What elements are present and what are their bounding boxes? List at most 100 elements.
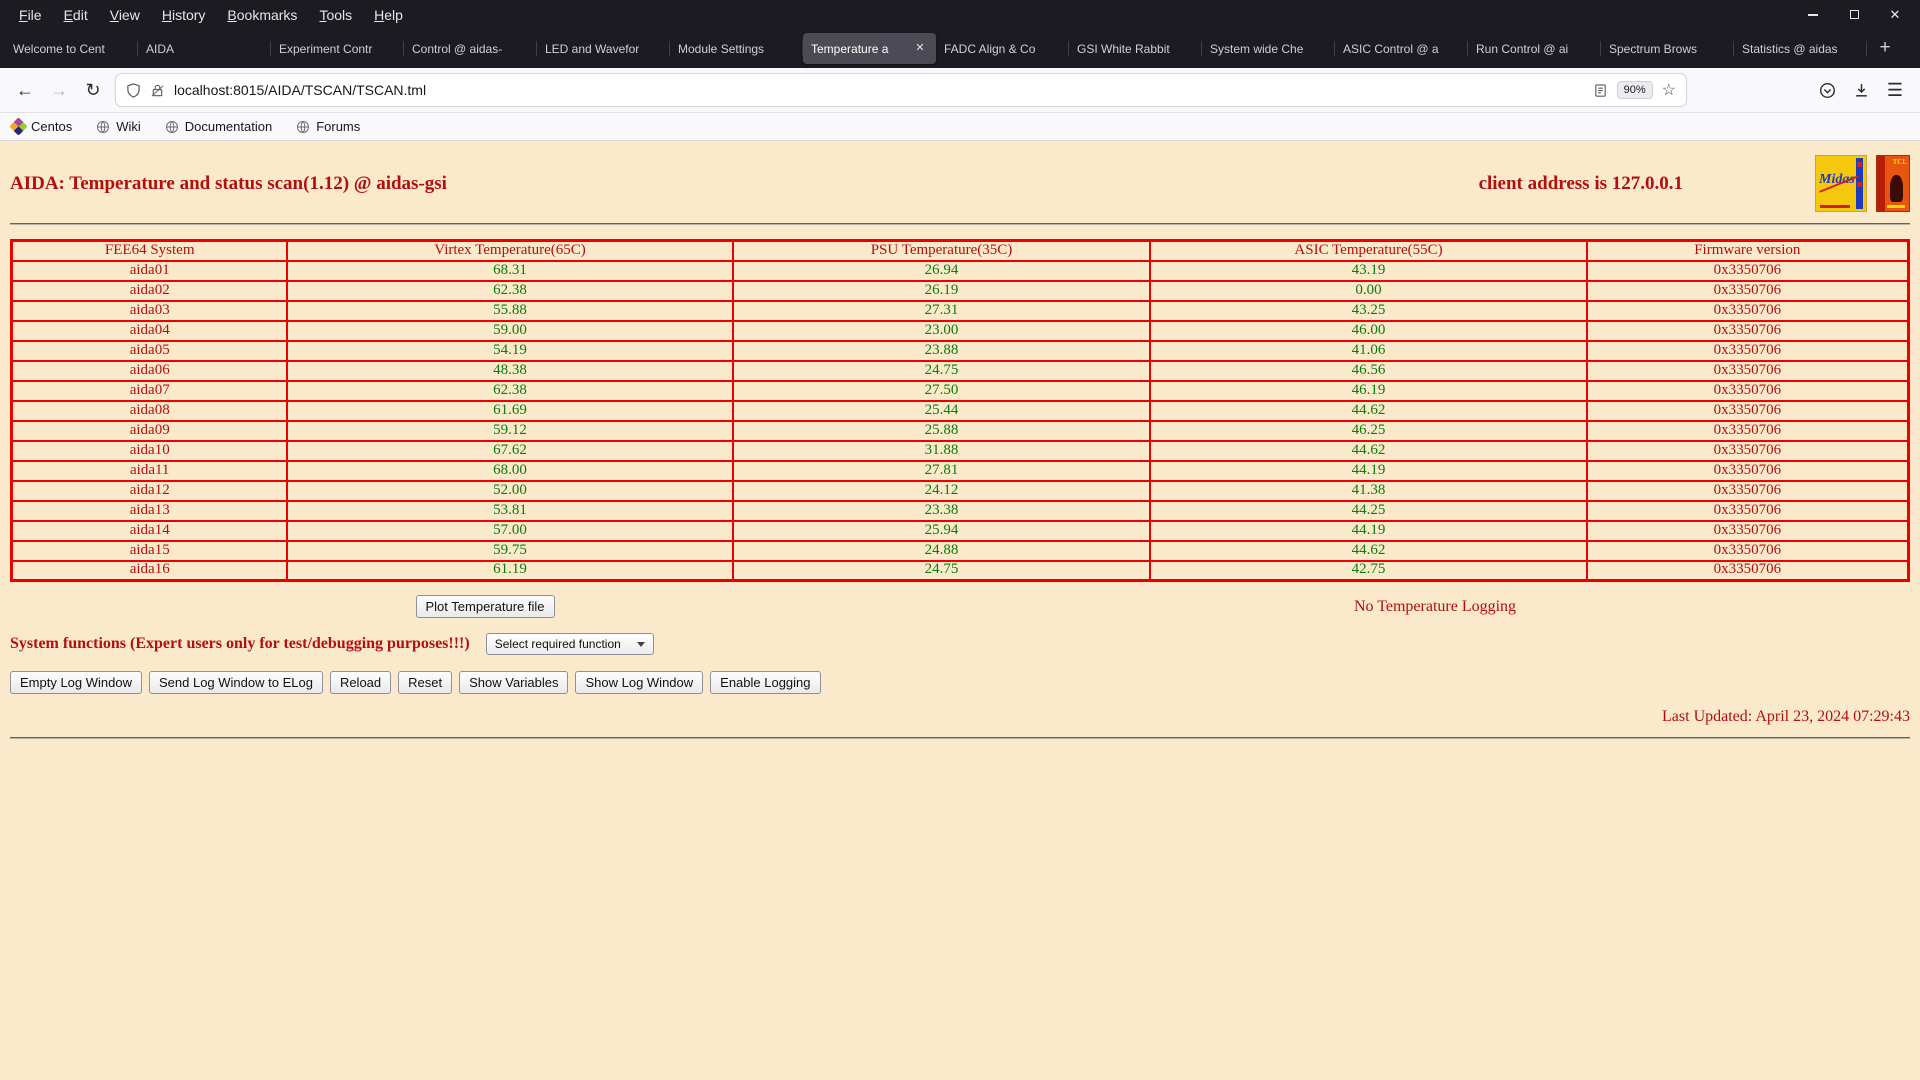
tab-gsi-white-rabbit[interactable]: GSI White Rabbit — [1069, 33, 1202, 64]
empty-log-window-button[interactable]: Empty Log Window — [10, 671, 142, 694]
cell-system: aida11 — [12, 461, 288, 481]
browser-window: FileEditViewHistoryBookmarksToolsHelp ✕ … — [0, 0, 1920, 1080]
table-row: aida12 52.00 24.12 41.38 0x3350706 — [12, 481, 1909, 501]
tab-asic-control-a[interactable]: ASIC Control @ a — [1335, 33, 1468, 64]
cell-firmware: 0x3350706 — [1587, 281, 1909, 301]
zoom-level-badge[interactable]: 90% — [1617, 81, 1653, 99]
menu-history[interactable]: History — [151, 3, 217, 27]
bookmark-centos[interactable]: Centos — [12, 119, 72, 134]
maximize-button[interactable] — [1847, 8, 1861, 22]
tab-module-settings[interactable]: Module Settings — [670, 33, 803, 64]
reload-button[interactable]: ↻ — [76, 74, 110, 106]
tab-title: Welcome to Cent — [13, 42, 130, 56]
menu-edit[interactable]: Edit — [53, 3, 99, 27]
cell-virtex-temp: 59.12 — [287, 421, 732, 441]
tab-system-wide-che[interactable]: System wide Che — [1202, 33, 1335, 64]
tab-title: GSI White Rabbit — [1077, 42, 1194, 56]
navigation-toolbar: ← → ↻ localhost:8015/AIDA/TSCAN/TSCAN.tm… — [0, 68, 1920, 113]
cell-system: aida16 — [12, 561, 288, 581]
cell-psu-temp: 27.31 — [733, 301, 1151, 321]
menu-view[interactable]: View — [99, 3, 151, 27]
table-row: aida09 59.12 25.88 46.25 0x3350706 — [12, 421, 1909, 441]
cell-asic-temp: 44.19 — [1150, 521, 1586, 541]
cell-system: aida08 — [12, 401, 288, 421]
tab-temperature-a[interactable]: Temperature a ✕ — [803, 33, 936, 64]
column-header: FEE64 System — [12, 241, 288, 261]
menu-help[interactable]: Help — [363, 3, 414, 27]
menu-file[interactable]: File — [8, 3, 53, 27]
function-select-value: Select required function — [495, 637, 621, 651]
cell-psu-temp: 23.38 — [733, 501, 1151, 521]
cell-system: aida05 — [12, 341, 288, 361]
pocket-icon[interactable] — [1810, 74, 1844, 106]
cell-asic-temp: 44.19 — [1150, 461, 1586, 481]
menu-tools[interactable]: Tools — [308, 3, 363, 27]
cell-psu-temp: 24.75 — [733, 361, 1151, 381]
insecure-lock-icon[interactable] — [150, 83, 165, 98]
show-variables-button[interactable]: Show Variables — [459, 671, 568, 694]
menu-bookmarks[interactable]: Bookmarks — [216, 3, 308, 27]
cell-virtex-temp: 54.19 — [287, 341, 732, 361]
cell-firmware: 0x3350706 — [1587, 541, 1909, 561]
reader-mode-icon[interactable] — [1593, 83, 1608, 98]
cell-psu-temp: 26.19 — [733, 281, 1151, 301]
midas-logo-dot — [1857, 162, 1862, 167]
tab-run-control-ai[interactable]: Run Control @ ai — [1468, 33, 1601, 64]
tab-fadc-align-co[interactable]: FADC Align & Co — [936, 33, 1069, 64]
cell-psu-temp: 25.94 — [733, 521, 1151, 541]
table-row: aida13 53.81 23.38 44.25 0x3350706 — [12, 501, 1909, 521]
tab-welcome-to-cent[interactable]: Welcome to Cent — [5, 33, 138, 64]
plot-temperature-button[interactable]: Plot Temperature file — [416, 595, 555, 618]
table-row: aida14 57.00 25.94 44.19 0x3350706 — [12, 521, 1909, 541]
bookmark-label: Forums — [316, 119, 360, 134]
cell-psu-temp: 23.00 — [733, 321, 1151, 341]
new-tab-button[interactable]: + — [1870, 34, 1900, 64]
table-row: aida11 68.00 27.81 44.19 0x3350706 — [12, 461, 1909, 481]
cell-psu-temp: 25.44 — [733, 401, 1151, 421]
cell-psu-temp: 25.88 — [733, 421, 1151, 441]
globe-icon — [165, 120, 179, 134]
cell-firmware: 0x3350706 — [1587, 421, 1909, 441]
tab-title: ASIC Control @ a — [1343, 42, 1460, 56]
minimize-button[interactable] — [1806, 8, 1820, 22]
bookmark-documentation[interactable]: Documentation — [165, 119, 272, 134]
menu-icon[interactable]: ☰ — [1878, 74, 1912, 106]
tab-experiment-contr[interactable]: Experiment Contr — [271, 33, 404, 64]
show-log-window-button[interactable]: Show Log Window — [575, 671, 703, 694]
cell-asic-temp: 43.19 — [1150, 261, 1586, 281]
back-button[interactable]: ← — [8, 74, 42, 106]
tab-spectrum-brows[interactable]: Spectrum Brows — [1601, 33, 1734, 64]
forward-button[interactable]: → — [42, 74, 76, 106]
function-select[interactable]: Select required function — [486, 633, 654, 655]
cell-firmware: 0x3350706 — [1587, 441, 1909, 461]
midas-logo-dot — [1857, 182, 1862, 187]
reset-button[interactable]: Reset — [398, 671, 452, 694]
tab-title: Module Settings — [678, 42, 795, 56]
reload-button[interactable]: Reload — [330, 671, 391, 694]
cell-firmware: 0x3350706 — [1587, 261, 1909, 281]
close-window-button[interactable]: ✕ — [1888, 8, 1902, 22]
bookmark-forums[interactable]: Forums — [296, 119, 360, 134]
enable-logging-button[interactable]: Enable Logging — [710, 671, 820, 694]
tab-led-and-wavefor[interactable]: LED and Wavefor — [537, 33, 670, 64]
menu-bar: FileEditViewHistoryBookmarksToolsHelp ✕ — [0, 0, 1920, 29]
cell-virtex-temp: 62.38 — [287, 281, 732, 301]
cell-psu-temp: 23.88 — [733, 341, 1151, 361]
cell-virtex-temp: 53.81 — [287, 501, 732, 521]
downloads-icon[interactable] — [1844, 74, 1878, 106]
tab-statistics-aidas[interactable]: Statistics @ aidas — [1734, 33, 1867, 64]
cell-firmware: 0x3350706 — [1587, 341, 1909, 361]
send-log-window-to-elog-button[interactable]: Send Log Window to ELog — [149, 671, 323, 694]
table-body: aida01 68.31 26.94 43.19 0x3350706 aida0… — [12, 261, 1909, 581]
logos: Midas TCL — [1815, 155, 1910, 212]
bookmark-wiki[interactable]: Wiki — [96, 119, 141, 134]
cell-asic-temp: 44.25 — [1150, 501, 1586, 521]
bookmark-star-icon[interactable]: ☆ — [1662, 80, 1676, 100]
close-tab-icon[interactable]: ✕ — [912, 41, 928, 57]
cell-psu-temp: 26.94 — [733, 261, 1151, 281]
url-bar[interactable]: localhost:8015/AIDA/TSCAN/TSCAN.tml 90% … — [116, 74, 1686, 106]
tab-aida[interactable]: AIDA — [138, 33, 271, 64]
tab-control-aidas[interactable]: Control @ aidas- — [404, 33, 537, 64]
shield-icon[interactable] — [126, 83, 141, 98]
chevron-down-icon — [637, 642, 645, 647]
